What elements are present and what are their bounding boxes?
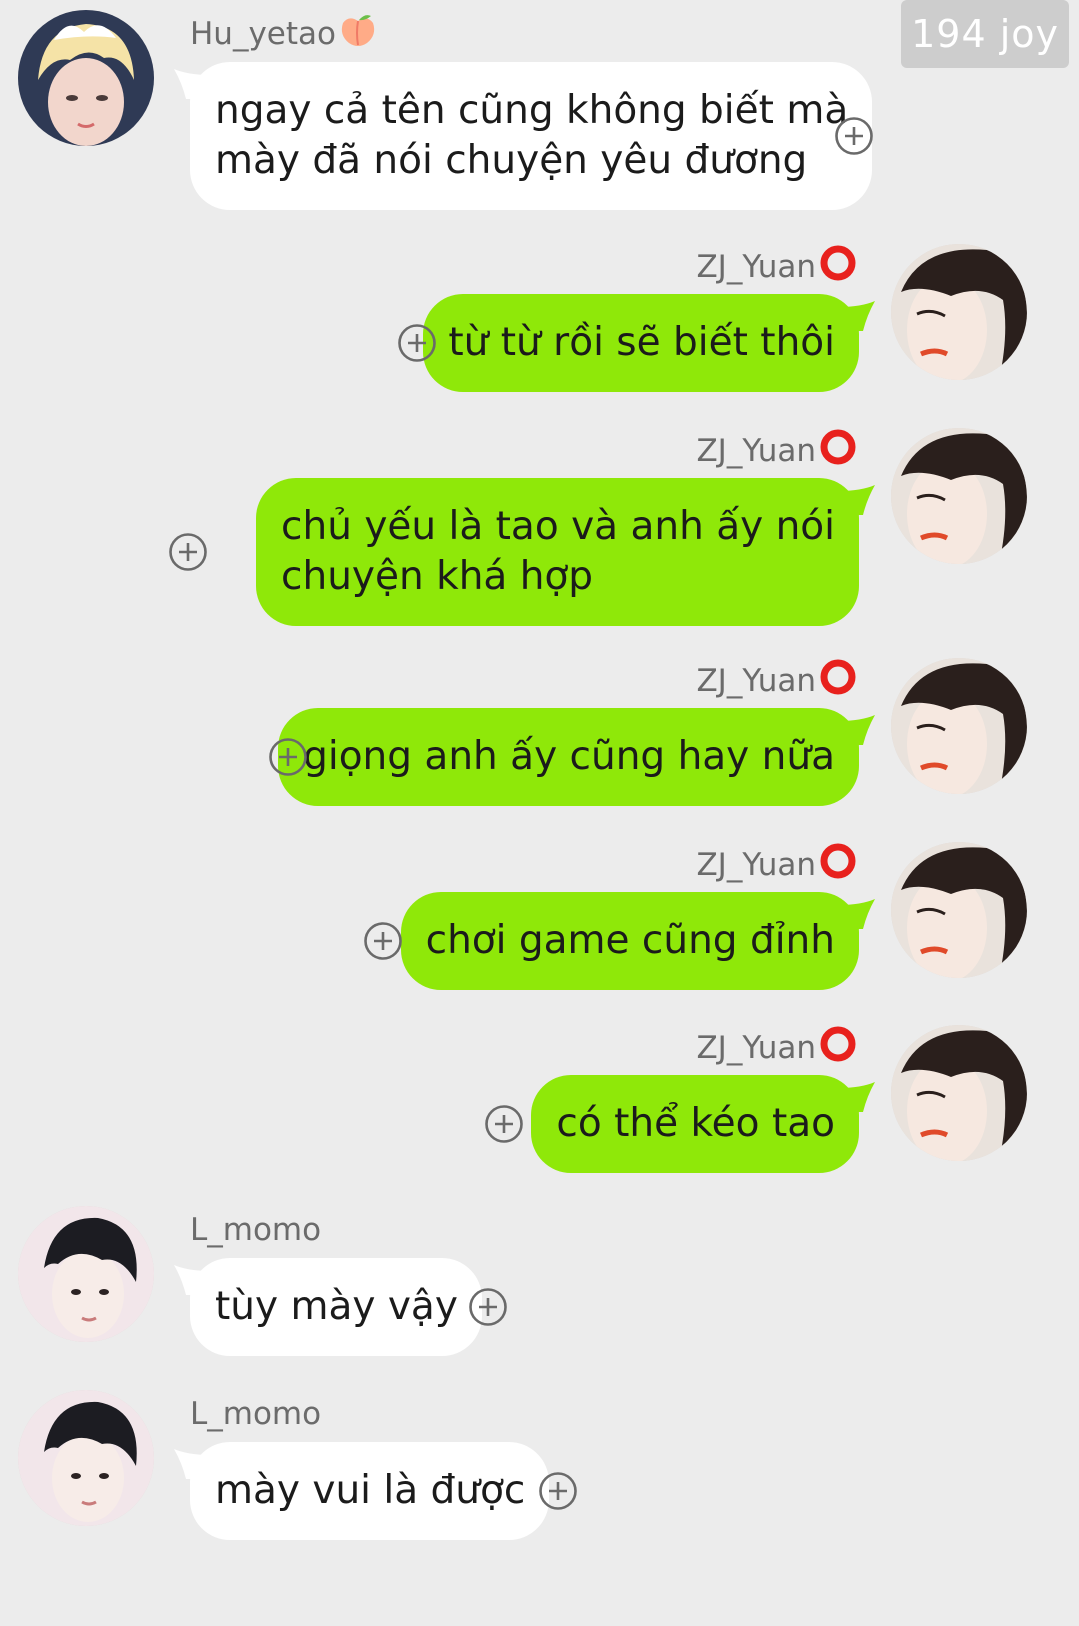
ring-emoji-icon xyxy=(819,842,857,892)
avatar-blonde-icon[interactable] xyxy=(18,10,154,146)
watermark-label: 194 joy xyxy=(901,0,1069,68)
avatar-dark-hair-icon[interactable] xyxy=(891,658,1027,794)
message-text-line: có thể kéo tao xyxy=(556,1101,835,1146)
message-bubble[interactable]: mày vui là được xyxy=(174,1442,550,1540)
sender-name: L_momo xyxy=(190,1208,321,1252)
message-bubble[interactable]: chơi game cũng đỉnh xyxy=(400,892,875,990)
bubble-tail xyxy=(839,1075,875,1112)
message-bubble[interactable]: chủ yếu là tao và anh ấy nói chuyện khá h… xyxy=(256,478,875,626)
avatar-black-hair-icon[interactable] xyxy=(18,1390,154,1526)
avatar-black-hair-icon[interactable] xyxy=(18,1206,154,1342)
message-text-line: mày vui là được xyxy=(215,1468,526,1513)
add-reaction-icon[interactable] xyxy=(268,737,308,777)
bubble-tail xyxy=(839,708,875,745)
add-reaction-icon[interactable] xyxy=(538,1471,578,1511)
message-text-line: từ từ rồi sẽ biết thôi xyxy=(448,320,835,365)
bubble-tail xyxy=(174,1258,210,1295)
ring-emoji-icon xyxy=(819,658,857,708)
message-text-line: mày đã nói chuyện yêu đương xyxy=(215,138,808,183)
add-reaction-icon[interactable] xyxy=(834,116,874,156)
sender-name: ZJ_Yuan xyxy=(696,428,857,478)
bubble-tail xyxy=(839,892,875,929)
add-reaction-icon[interactable] xyxy=(363,921,403,961)
message-text-line: chuyện khá hợp xyxy=(281,554,594,599)
sender-name: ZJ_Yuan xyxy=(696,244,857,294)
message-text-line: tùy mày vậy xyxy=(215,1284,458,1329)
sender-name-text: Hu_yetao xyxy=(190,16,336,52)
sender-name: ZJ_Yuan xyxy=(696,842,857,892)
bubble-tail xyxy=(174,62,210,99)
bubble-tail xyxy=(174,1442,210,1479)
sender-name-text: ZJ_Yuan xyxy=(696,249,816,285)
message-text-line: giọng anh ấy cũng hay nữa xyxy=(303,734,835,779)
add-reaction-icon[interactable] xyxy=(484,1104,524,1144)
sender-name-text: ZJ_Yuan xyxy=(696,433,816,469)
avatar-dark-hair-icon[interactable] xyxy=(891,1025,1027,1161)
sender-name-text: L_momo xyxy=(190,1396,322,1432)
message-bubble[interactable]: từ từ rồi sẽ biết thôi xyxy=(423,294,875,392)
add-reaction-icon[interactable] xyxy=(468,1287,508,1327)
sender-name: ZJ_Yuan xyxy=(696,1025,857,1075)
ring-emoji-icon xyxy=(819,428,857,478)
ring-emoji-icon xyxy=(819,1025,857,1075)
bubble-tail xyxy=(839,294,875,331)
message-bubble[interactable]: ngay cả tên cũng không biết mà mày đã nói… xyxy=(174,62,873,210)
message-bubble[interactable]: giọng anh ấy cũng hay nữa xyxy=(278,708,875,806)
avatar-dark-hair-icon[interactable] xyxy=(891,244,1027,380)
message-text-line: chơi game cũng đỉnh xyxy=(425,918,835,963)
message-text-line: chủ yếu là tao và anh ấy nói xyxy=(281,504,835,549)
message-text-line: ngay cả tên cũng không biết mà xyxy=(215,88,849,133)
sender-name-text: L_momo xyxy=(190,1212,322,1248)
add-reaction-icon[interactable] xyxy=(397,323,437,363)
sender-name-text: ZJ_Yuan xyxy=(696,847,816,883)
chat-area: 194 joy Hu_yetaongay cả tên cũng không b… xyxy=(0,0,1079,1626)
ring-emoji-icon xyxy=(819,244,857,294)
sender-name: Hu_yetao xyxy=(190,12,377,61)
sender-name-text: ZJ_Yuan xyxy=(696,1030,816,1066)
peach-emoji-icon xyxy=(339,13,377,61)
avatar-dark-hair-icon[interactable] xyxy=(891,842,1027,978)
sender-name-text: ZJ_Yuan xyxy=(696,663,816,699)
sender-name: L_momo xyxy=(190,1392,321,1436)
sender-name: ZJ_Yuan xyxy=(696,658,857,708)
avatar-dark-hair-icon[interactable] xyxy=(891,428,1027,564)
add-reaction-icon[interactable] xyxy=(168,532,208,572)
message-bubble[interactable]: có thể kéo tao xyxy=(531,1075,875,1173)
bubble-tail xyxy=(839,478,875,515)
message-bubble[interactable]: tùy mày vậy xyxy=(174,1258,482,1356)
